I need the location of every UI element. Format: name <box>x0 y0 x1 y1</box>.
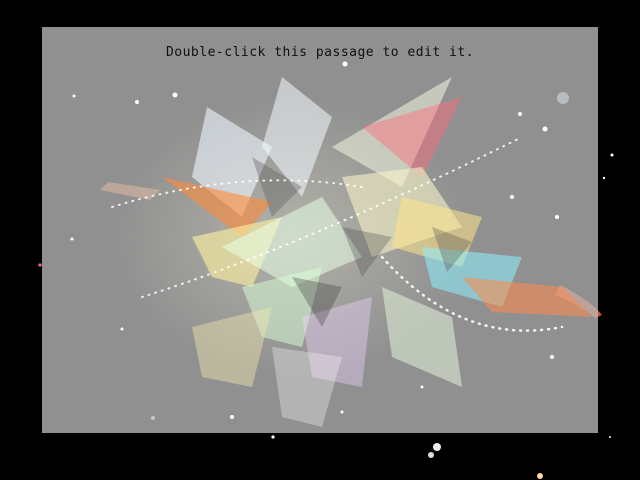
passage-text[interactable]: Double-click this passage to edit it. <box>42 45 598 60</box>
story-stage: Double-click this passage to edit it. <box>0 0 640 480</box>
abstract-art <box>70 61 592 427</box>
passage-panel[interactable]: Double-click this passage to edit it. <box>42 27 598 433</box>
